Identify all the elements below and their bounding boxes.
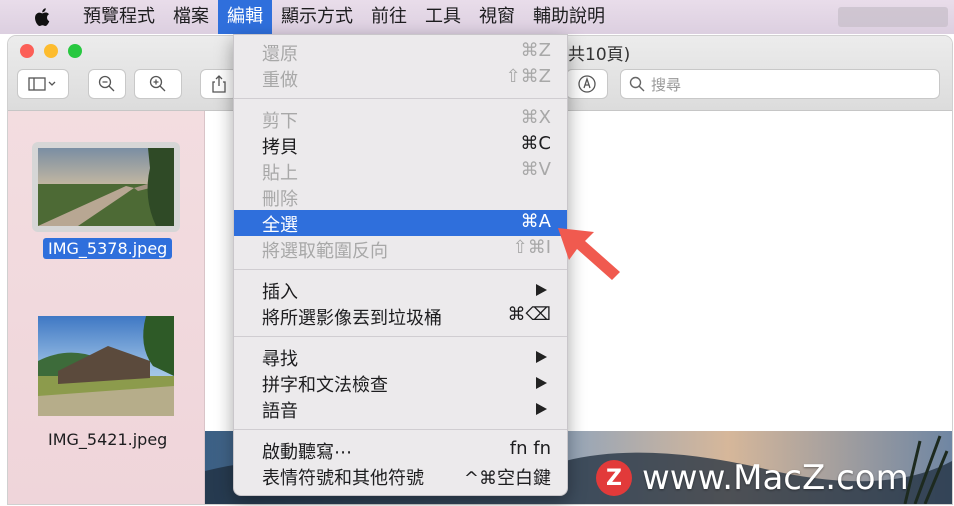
menu-item-delete[interactable]: 刪除 bbox=[234, 184, 567, 210]
thumbnail-sidebar: IMG_5378.jpeg IMG_5421.jpeg bbox=[8, 111, 205, 504]
file-name-img-5378[interactable]: IMG_5378.jpeg bbox=[43, 238, 173, 259]
menu-separator bbox=[234, 98, 567, 99]
watermark-logo: Z bbox=[596, 460, 632, 496]
boardwalk-photo bbox=[38, 148, 174, 226]
menu-view[interactable]: 顯示方式 bbox=[272, 0, 362, 34]
file-name-img-5421[interactable]: IMG_5421.jpeg bbox=[48, 430, 167, 449]
menu-item-copy[interactable]: 拷貝 ⌘C bbox=[234, 132, 567, 158]
share-icon bbox=[212, 75, 226, 93]
search-icon bbox=[629, 76, 645, 92]
menu-item-label: 還原 bbox=[262, 44, 298, 65]
menu-item-shortcut: ⇧⌘I bbox=[512, 237, 551, 258]
menu-item-start-dictation[interactable]: 啟動聽寫⋯ fn fn bbox=[234, 437, 567, 463]
menu-item-speech[interactable]: 語音 bbox=[234, 396, 567, 422]
menu-item-label: 貼上 bbox=[262, 163, 298, 184]
menu-help[interactable]: 輔助說明 bbox=[524, 0, 614, 34]
menu-item-paste[interactable]: 貼上 ⌘V bbox=[234, 158, 567, 184]
submenu-arrow-icon bbox=[536, 377, 547, 389]
sidebar-toggle-button[interactable] bbox=[17, 69, 69, 99]
zoom-out-button[interactable] bbox=[88, 69, 126, 99]
menu-item-spelling-grammar[interactable]: 拼字和文法檢查 bbox=[234, 370, 567, 396]
menu-preview[interactable]: 預覽程式 bbox=[74, 0, 164, 34]
barn-photo bbox=[38, 316, 174, 416]
menu-item-cut[interactable]: 剪下 ⌘X bbox=[234, 106, 567, 132]
menu-bar: 預覽程式 檔案 編輯 顯示方式 前往 工具 視窗 輔助說明 bbox=[0, 0, 954, 34]
annotation-arrow-icon bbox=[558, 228, 620, 280]
menu-tools[interactable]: 工具 bbox=[416, 0, 470, 34]
menu-item-shortcut: ⌘V bbox=[520, 159, 551, 180]
menu-item-label: 語音 bbox=[262, 401, 298, 422]
menu-edit[interactable]: 編輯 bbox=[218, 0, 272, 34]
menu-item-label: 刪除 bbox=[262, 189, 298, 210]
apple-icon[interactable] bbox=[32, 6, 54, 28]
zoom-out-icon bbox=[98, 75, 115, 92]
zoom-in-icon bbox=[149, 75, 166, 92]
menu-separator bbox=[234, 269, 567, 270]
menu-item-label: 表情符號和其他符號 bbox=[262, 468, 424, 489]
zoom-in-button[interactable] bbox=[134, 69, 182, 99]
menu-item-label: 拷貝 bbox=[262, 137, 298, 158]
submenu-arrow-icon bbox=[536, 403, 547, 415]
search-field[interactable]: 搜尋 bbox=[620, 69, 940, 99]
menu-item-label: 將所選影像丟到垃圾桶 bbox=[262, 308, 442, 329]
search-placeholder: 搜尋 bbox=[651, 75, 682, 94]
menu-item-select-all[interactable]: 全選 ⌘A bbox=[234, 210, 567, 236]
menu-separator bbox=[234, 336, 567, 337]
close-button[interactable] bbox=[20, 44, 34, 58]
menu-item-redo[interactable]: 重做 ⇧⌘Z bbox=[234, 65, 567, 91]
menu-item-shortcut: ⌘Z bbox=[520, 40, 551, 61]
menu-item-shortcut: ⌘⌫ bbox=[507, 304, 551, 325]
blurred-status-icons bbox=[838, 7, 948, 27]
menu-window[interactable]: 視窗 bbox=[470, 0, 524, 34]
menu-item-label: 尋找 bbox=[262, 349, 298, 370]
markup-button[interactable] bbox=[566, 69, 608, 99]
menu-item-undo[interactable]: 還原 ⌘Z bbox=[234, 39, 567, 65]
menu-item-shortcut: ⌘C bbox=[520, 133, 551, 154]
menu-item-label: 啟動聽寫⋯ bbox=[262, 442, 352, 463]
watermark: Z www.MacZ.com bbox=[596, 458, 909, 498]
menu-go[interactable]: 前往 bbox=[362, 0, 416, 34]
menu-item-label: 剪下 bbox=[262, 111, 298, 132]
menu-item-find[interactable]: 尋找 bbox=[234, 344, 567, 370]
menu-item-shortcut: fn fn bbox=[509, 438, 551, 459]
menu-item-label: 拼字和文法檢查 bbox=[262, 375, 388, 396]
window-title: 共10頁) bbox=[568, 45, 631, 65]
menu-item-shortcut: ^⌘空白鍵 bbox=[463, 468, 551, 489]
menu-item-insert[interactable]: 插入 bbox=[234, 277, 567, 303]
menu-item-move-to-trash[interactable]: 將所選影像丟到垃圾桶 ⌘⌫ bbox=[234, 303, 567, 329]
submenu-arrow-icon bbox=[536, 351, 547, 363]
markup-pen-icon bbox=[578, 75, 596, 93]
menu-item-shortcut: ⌘A bbox=[520, 211, 551, 232]
menu-file[interactable]: 檔案 bbox=[164, 0, 218, 34]
menu-item-label: 插入 bbox=[262, 282, 298, 303]
menu-item-label: 重做 bbox=[262, 70, 298, 91]
watermark-text: www.MacZ.com bbox=[642, 458, 909, 498]
edit-menu-dropdown: 還原 ⌘Z 重做 ⇧⌘Z 剪下 ⌘X 拷貝 ⌘C 貼上 ⌘V 刪除 全選 ⌘A … bbox=[233, 34, 568, 496]
menu-item-label: 將選取範圍反向 bbox=[262, 241, 388, 262]
thumbnail-img-5378[interactable] bbox=[38, 148, 174, 226]
menu-item-shortcut: ⌘X bbox=[520, 107, 551, 128]
thumbnail-img-5421[interactable] bbox=[38, 316, 174, 416]
minimize-button[interactable] bbox=[44, 44, 58, 58]
menu-item-label: 全選 bbox=[262, 215, 298, 236]
menu-item-shortcut: ⇧⌘Z bbox=[505, 66, 551, 87]
menu-item-invert-selection[interactable]: 將選取範圍反向 ⇧⌘I bbox=[234, 236, 567, 262]
menu-item-emoji-symbols[interactable]: 表情符號和其他符號 ^⌘空白鍵 bbox=[234, 463, 567, 489]
menu-separator bbox=[234, 429, 567, 430]
sidebar-icon bbox=[28, 77, 56, 91]
submenu-arrow-icon bbox=[536, 284, 547, 296]
zoom-button[interactable] bbox=[68, 44, 82, 58]
